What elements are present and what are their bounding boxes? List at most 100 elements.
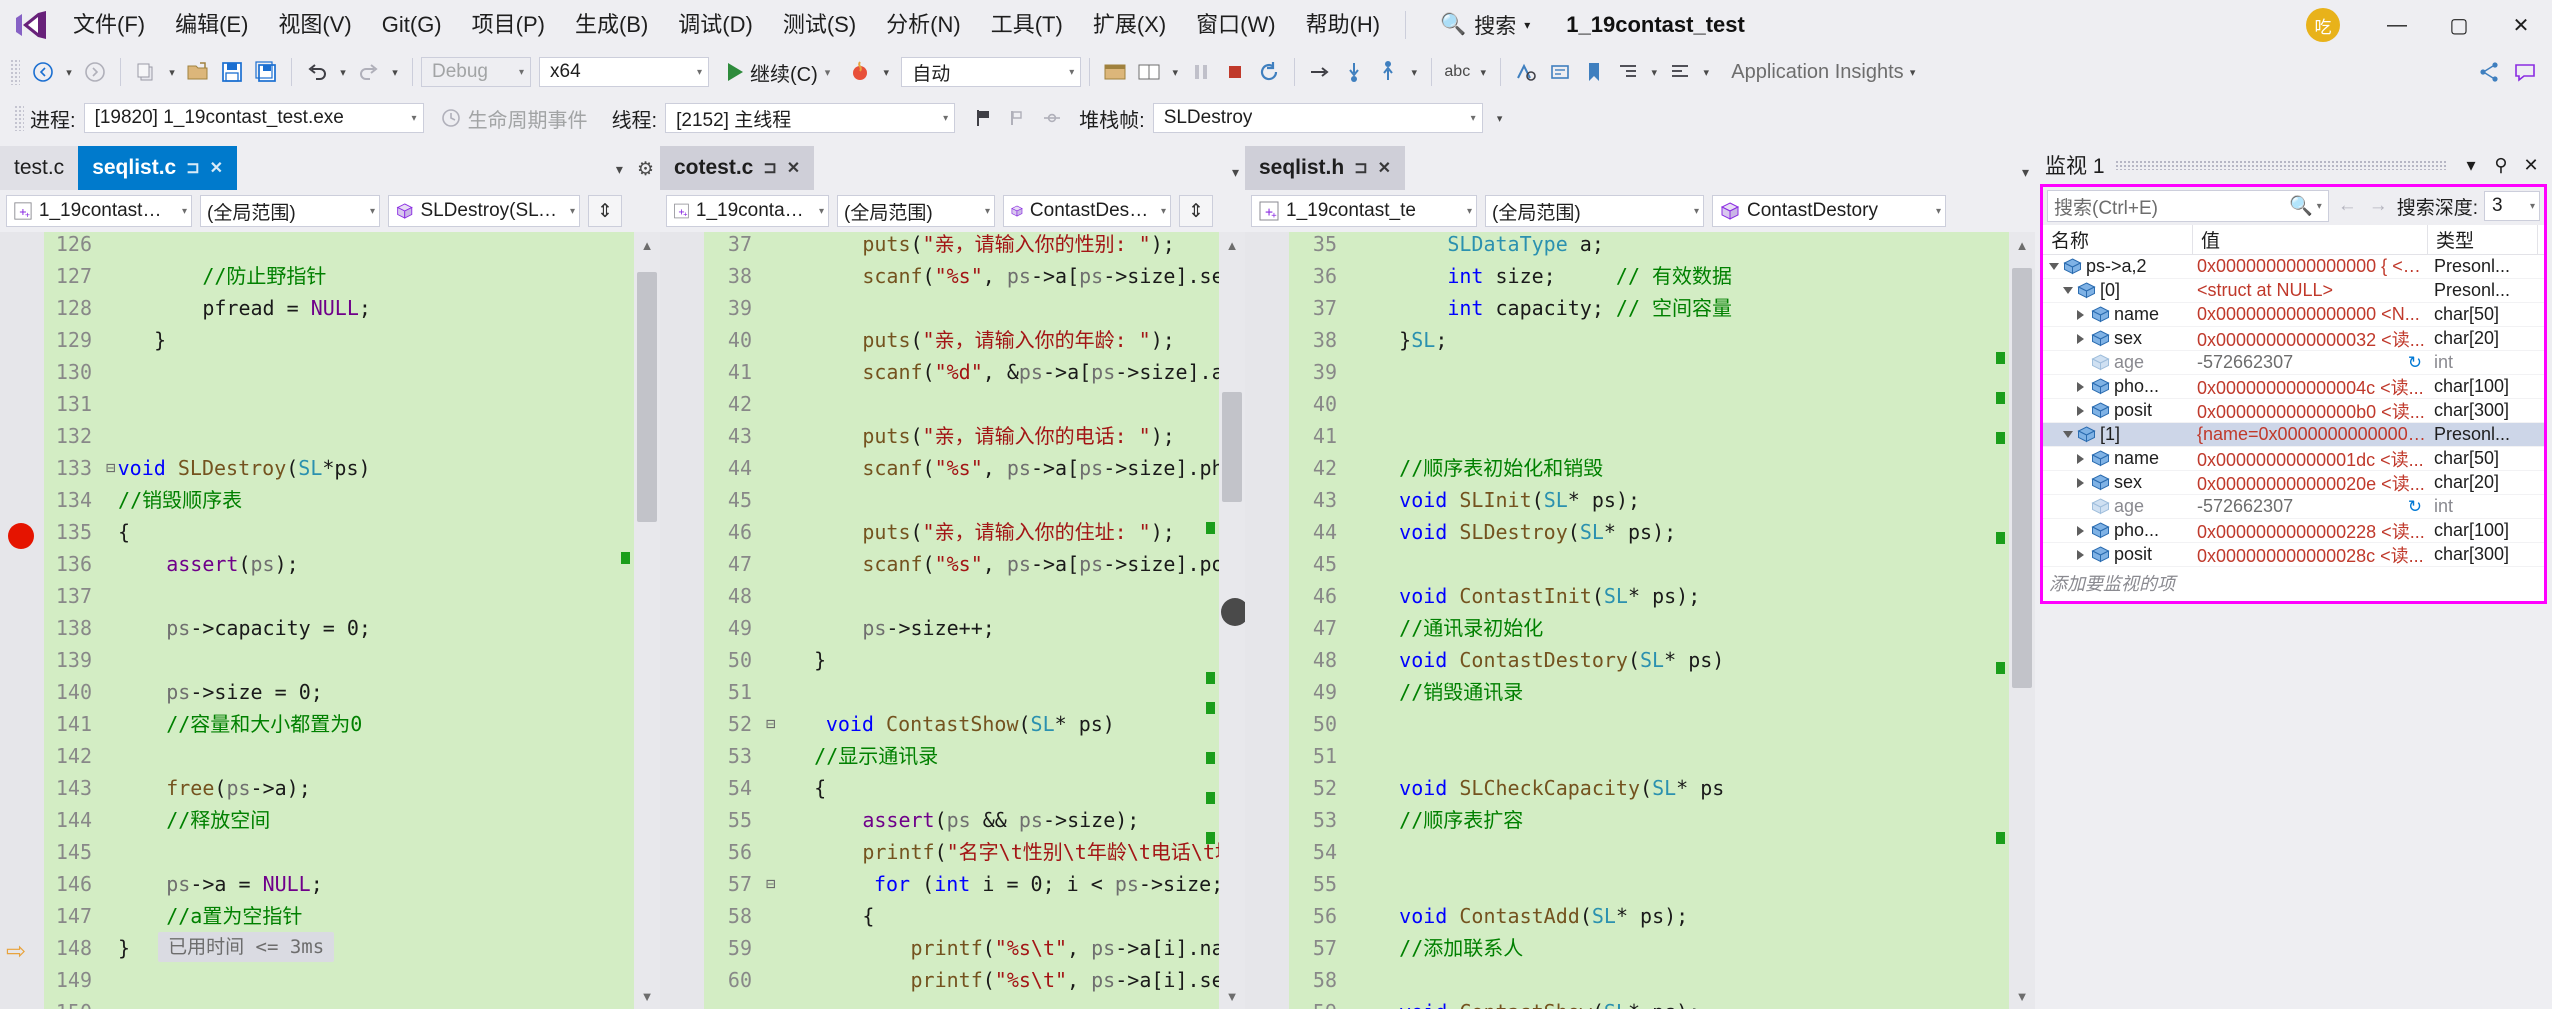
pin-icon[interactable]: ⚲ <box>2486 150 2516 180</box>
collapse-region-icon[interactable]: ⊟ <box>106 452 116 484</box>
continue-button[interactable]: 继续(C) ▾ <box>719 55 839 89</box>
solution-configuration-dropdown[interactable]: Debug ▾ <box>421 57 531 87</box>
pin-icon[interactable]: ⊐ <box>1354 158 1367 178</box>
layout-windows-icon[interactable] <box>1132 55 1166 89</box>
step-over-icon[interactable] <box>1303 55 1337 89</box>
watch-row[interactable]: sex 0x0000000000000032 <读... char[20] <box>2043 327 2544 351</box>
watch-row-value-cell[interactable]: <struct at NULL> <box>2193 280 2428 301</box>
watch-column-header[interactable]: 值 <box>2193 225 2428 254</box>
watch-row-value-cell[interactable]: 0x00000000000000b0 <读... <box>2193 398 2428 424</box>
code-editor-2[interactable]: 35 SLDataType a; 36 int size; // 有效数据 37 i… <box>1245 232 2035 1009</box>
watch-row-value-cell[interactable]: 0x0000000000000032 <读... <box>2193 326 2428 352</box>
symbol-dropdown-2[interactable]: ContastDestory ▾ <box>1712 195 1946 227</box>
navigate-backward-caret[interactable]: ▾ <box>60 55 78 89</box>
menu-item-2[interactable]: 视图(V) <box>263 0 366 50</box>
indent-caret[interactable]: ▾ <box>1645 55 1663 89</box>
code-lines-1[interactable]: 37 puts("亲，请输入你的性别: "); 38 scanf("%s", ps… <box>704 232 1245 1009</box>
scroll-down-arrow[interactable]: ▼ <box>634 983 660 1009</box>
navigate-forward-icon[interactable] <box>78 55 112 89</box>
watch-search-input[interactable]: 搜索(Ctrl+E) 🔍 ▾ <box>2047 190 2329 222</box>
collapse-region-icon[interactable]: ⊟ <box>766 868 776 900</box>
close-icon[interactable]: ✕ <box>2516 150 2546 180</box>
symbol-dropdown-1[interactable]: ContastDestory(SL * p ▾ <box>1003 195 1171 227</box>
expander-collapsed-icon[interactable] <box>2077 309 2087 320</box>
scope-dropdown-1[interactable]: (全局范围) ▾ <box>837 195 995 227</box>
open-file-icon[interactable] <box>181 55 215 89</box>
save-icon[interactable] <box>215 55 249 89</box>
pin-icon[interactable]: ⊐ <box>763 158 776 178</box>
save-all-icon[interactable] <box>249 55 283 89</box>
indent-more-caret[interactable]: ▾ <box>1697 55 1715 89</box>
stackframe-dropdown[interactable]: SLDestroy ▾ <box>1152 103 1483 133</box>
watch-row-value-cell[interactable]: 0x000000000000020e <读... <box>2193 470 2428 496</box>
debug-overflow-caret[interactable]: ▾ <box>1491 101 1509 135</box>
breakpoint-gutter-0[interactable]: ⇨ <box>0 232 44 1009</box>
scope-dropdown-0[interactable]: (全局范围) ▾ <box>200 195 380 227</box>
thread-dropdown[interactable]: [2152] 主线程 ▾ <box>665 103 956 133</box>
step-caret[interactable]: ▾ <box>1405 55 1423 89</box>
menu-item-8[interactable]: 分析(N) <box>871 0 976 50</box>
watch-row-value-cell[interactable]: -572662307 ↻ <box>2193 352 2428 373</box>
global-search[interactable]: 🔍 搜索 ▾ <box>1440 10 1530 40</box>
tab-test-c[interactable]: test.c <box>0 146 79 190</box>
hot-reload-icon[interactable] <box>843 55 877 89</box>
expander-expanded-icon[interactable] <box>2063 287 2073 294</box>
scroll-down-arrow[interactable]: ▼ <box>2009 983 2035 1009</box>
undo-caret[interactable]: ▾ <box>334 55 352 89</box>
expander-collapsed-icon[interactable] <box>2077 333 2087 344</box>
find-symbol-icon[interactable] <box>1509 55 1543 89</box>
search-depth-dropdown[interactable]: 3 ▾ <box>2484 191 2540 221</box>
close-icon[interactable]: ✕ <box>1378 158 1391 178</box>
project-dropdown-2[interactable]: + +1_19contast_te ▾ <box>1251 195 1477 227</box>
watch-row[interactable]: age -572662307 ↻ int <box>2043 351 2544 375</box>
comment-selection-icon[interactable]: abc <box>1440 55 1474 89</box>
auto-dropdown[interactable]: 自动 ▾ <box>901 57 1082 87</box>
scroll-up-arrow[interactable]: ▲ <box>2009 232 2035 258</box>
watch-row[interactable]: age -572662307 ↻ int <box>2043 495 2544 519</box>
watch-row[interactable]: pho... 0x000000000000004c <读... char[100] <box>2043 375 2544 399</box>
application-insights-label[interactable]: Application Insights <box>1731 61 1903 84</box>
editor-scrollbar-2[interactable]: ▲ ▼ <box>2009 232 2035 1009</box>
tab-list-chevron-icon[interactable]: ▾ <box>616 161 623 178</box>
breakpoint-gutter-1[interactable] <box>660 232 704 1009</box>
expander-collapsed-icon[interactable] <box>2077 381 2087 392</box>
search-next-button[interactable]: → <box>2366 195 2391 217</box>
watch-row[interactable]: posit 0x000000000000028c <读... char[300] <box>2043 543 2544 567</box>
watch-row[interactable]: pho... 0x0000000000000228 <读... char[100] <box>2043 519 2544 543</box>
menu-item-5[interactable]: 生成(B) <box>560 0 663 50</box>
pin-icon[interactable]: ⊐ <box>186 158 199 178</box>
thread-link-icon[interactable] <box>1035 101 1069 135</box>
navigate-backward-icon[interactable] <box>26 55 60 89</box>
expander-collapsed-icon[interactable] <box>2077 549 2087 560</box>
solution-platform-dropdown[interactable]: x64 ▾ <box>539 57 709 87</box>
watch-row[interactable]: posit 0x00000000000000b0 <读... char[300] <box>2043 399 2544 423</box>
menu-item-11[interactable]: 窗口(W) <box>1181 0 1290 50</box>
redo-caret[interactable]: ▾ <box>386 55 404 89</box>
search-options-caret[interactable]: ▾ <box>2317 201 2322 212</box>
refresh-value-icon[interactable]: ↻ <box>2408 353 2428 373</box>
new-item-caret[interactable]: ▾ <box>163 55 181 89</box>
menu-item-9[interactable]: 工具(T) <box>976 0 1078 50</box>
close-icon[interactable]: ✕ <box>787 158 800 178</box>
menu-item-3[interactable]: Git(G) <box>367 0 457 50</box>
watch-row[interactable]: ps->a,2 0x0000000000000000 { <st... Preson… <box>2043 255 2544 279</box>
uncomment-icon[interactable] <box>1543 55 1577 89</box>
expander-collapsed-icon[interactable] <box>2077 477 2087 488</box>
menu-item-4[interactable]: 项目(P) <box>457 0 560 50</box>
collapse-region-icon[interactable]: ⊟ <box>766 708 776 740</box>
app-insights-caret[interactable]: ▾ <box>1904 55 1922 89</box>
tab-list-chevron-icon[interactable]: ▾ <box>2022 164 2029 181</box>
code-lines-2[interactable]: 35 SLDataType a; 36 int size; // 有效数据 37 i… <box>1289 232 2035 1009</box>
scrollbar-thumb[interactable] <box>637 272 657 522</box>
tab-seqlist-h[interactable]: seqlist.h ⊐ ✕ <box>1245 146 1406 190</box>
watch-row-value-cell[interactable]: 0x0000000000000228 <读... <box>2193 518 2428 544</box>
step-out-icon[interactable] <box>1371 55 1405 89</box>
break-all-icon[interactable] <box>1184 55 1218 89</box>
watch-row-value-cell[interactable]: {name=0x00000000000001... <box>2193 424 2428 445</box>
close-button[interactable]: ✕ <box>2490 0 2552 50</box>
editor-scrollbar-0[interactable]: ▲ ▼ <box>634 232 660 1009</box>
breakpoint-gutter-2[interactable] <box>1245 232 1289 1009</box>
watch-row-value-cell[interactable]: 0x000000000000004c <读... <box>2193 374 2428 400</box>
split-editor-icon-0[interactable]: ⇕ <box>588 195 622 227</box>
indent-more-icon[interactable] <box>1663 55 1697 89</box>
